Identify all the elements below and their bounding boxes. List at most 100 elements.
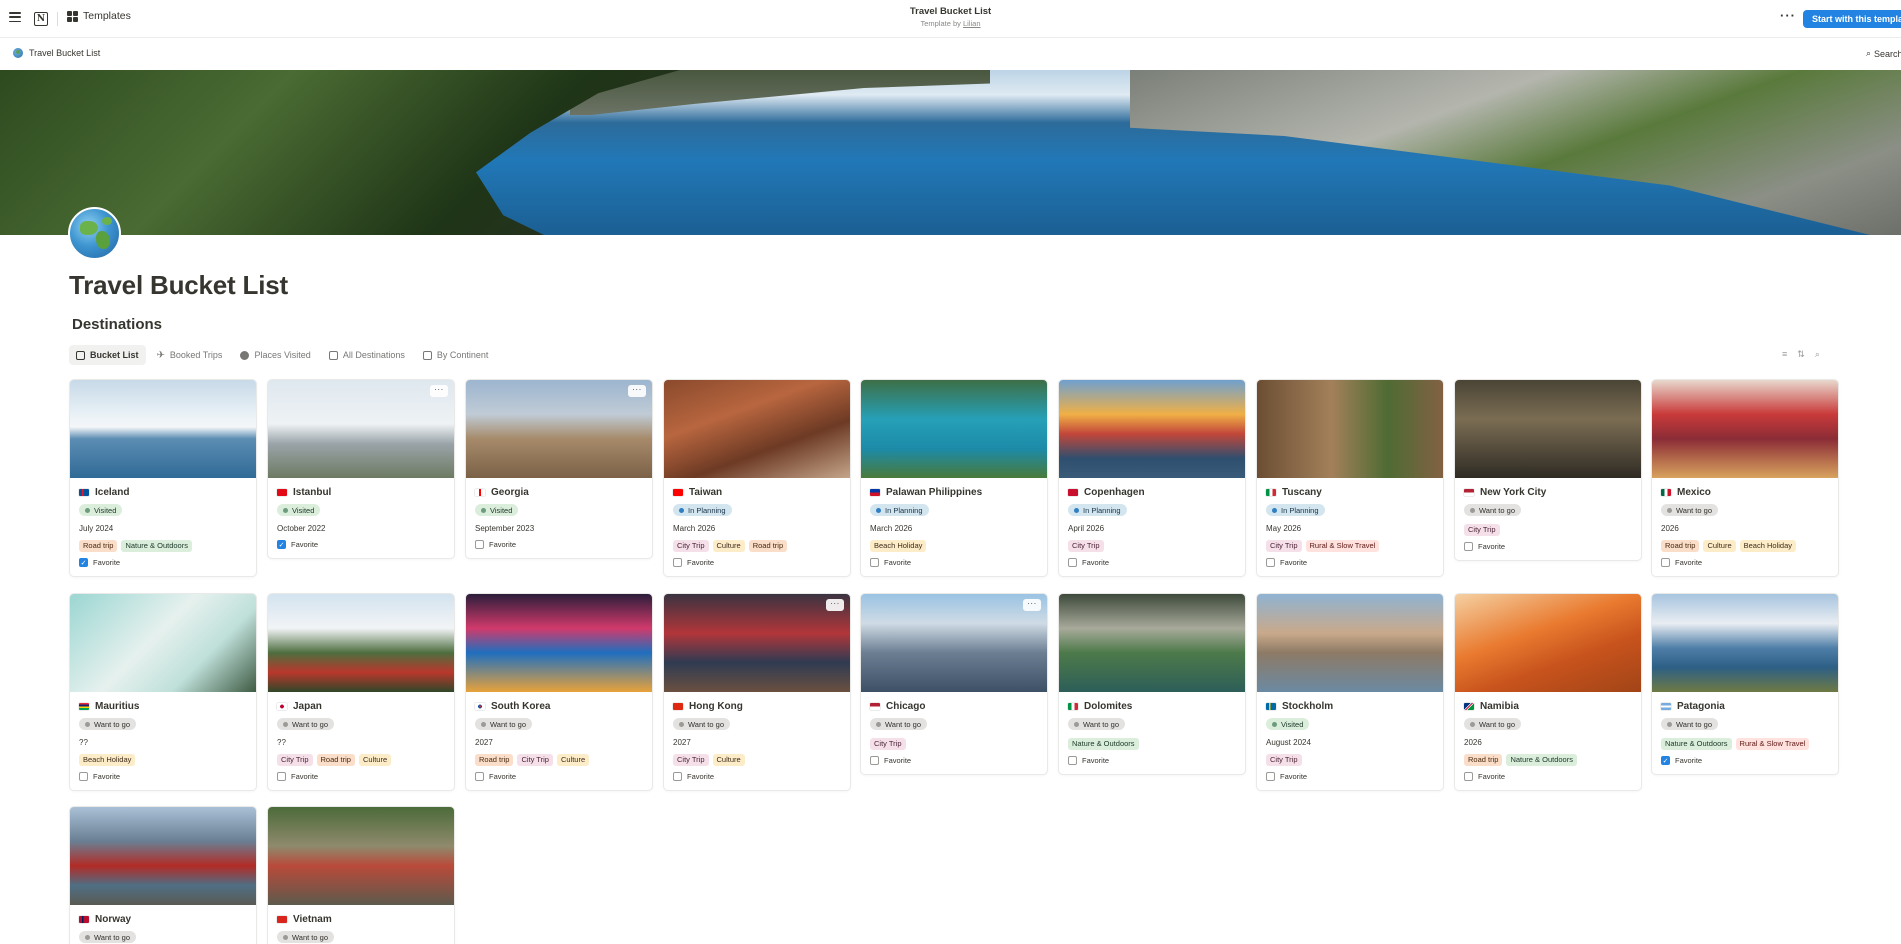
gallery-card-norway[interactable]: NorwayWant to goFavorite <box>69 806 257 944</box>
card-title: Istanbul <box>293 486 332 498</box>
card-date: 2027 <box>673 737 691 747</box>
card-cover-image <box>466 380 652 478</box>
gallery-card-copenhagen[interactable]: Copenhagen In Planning April 2026 City Trip… <box>1058 379 1246 577</box>
favorite-checkbox[interactable] <box>870 558 879 567</box>
favorite-checkbox[interactable] <box>1266 772 1275 781</box>
gallery-card-japan[interactable]: Japan Want to go?? City Trip Road trip Cultu… <box>267 593 455 791</box>
favorite-checkbox[interactable] <box>475 772 484 781</box>
favorite-checkbox[interactable] <box>1661 558 1670 567</box>
status-label: Want to go <box>94 719 130 729</box>
status-row: Want to go <box>1464 499 1632 518</box>
tag: Culture <box>1703 539 1736 552</box>
gallery-card-hong-kong[interactable]: ··· Hong Kong Want to go 2027 City Trip Cultu… <box>663 593 851 791</box>
tag-list: Beach Holiday <box>79 753 247 766</box>
tab-by-continent[interactable]: By Continent <box>416 345 496 365</box>
status-row: Want to go <box>1661 499 1829 518</box>
card-cover-image <box>1257 594 1443 692</box>
gallery-card-chicago[interactable]: ··· Chicago Want to go City Trip Favorite <box>860 593 1048 775</box>
card-date: April 2026 <box>1068 523 1105 533</box>
favorite-checkbox[interactable] <box>870 756 879 765</box>
card-title-row: Vietnam <box>277 912 445 926</box>
search-button[interactable]: ⌕ Search <box>1866 48 1901 59</box>
favorite-checkbox[interactable]: ✓ <box>1661 756 1670 765</box>
gallery-card-mexico[interactable]: Mexico Want to go 2026 Road trip Culture Beac… <box>1651 379 1839 577</box>
gallery-card-vietnam[interactable]: VietnamWant to goFavorite <box>267 806 455 944</box>
status-dot-icon <box>1272 721 1277 727</box>
globe-page-icon[interactable] <box>68 207 121 260</box>
status-label: Want to go <box>885 719 921 729</box>
more-options-icon[interactable]: ··· <box>1780 8 1796 23</box>
gallery-card-namibia[interactable]: Namibia Want to go 2026 Road trip Nature & O… <box>1454 593 1642 791</box>
status-label: Visited <box>94 505 117 515</box>
gallery-card-tuscany[interactable]: Tuscany In Planning May 2026 City Trip Rural… <box>1256 379 1444 577</box>
favorite-checkbox[interactable] <box>1068 756 1077 765</box>
favorite-row: Favorite <box>870 558 1038 568</box>
search-icon[interactable]: ⌕ <box>1815 349 1820 360</box>
gallery-card-mauritius[interactable]: Mauritius Want to go?? Beach Holiday Favori… <box>69 593 257 791</box>
status-label: In Planning <box>885 505 923 515</box>
favorite-checkbox[interactable]: ✓ <box>277 540 286 549</box>
status-row: In Planning <box>1266 499 1434 518</box>
section-heading: Destinations <box>72 316 163 333</box>
notion-logo-icon[interactable]: N <box>34 12 48 26</box>
gallery-card-taiwan[interactable]: Taiwan In Planning March 2026 City Trip Cult… <box>663 379 851 577</box>
favorite-checkbox[interactable] <box>277 772 286 781</box>
gallery-card-new-york-city[interactable]: New York City Want to go City Trip Favorite <box>1454 379 1642 561</box>
flag-icon <box>673 702 683 710</box>
card-body: Georgia Visited September 2023 Favorite <box>466 478 652 558</box>
favorite-checkbox[interactable] <box>1464 772 1473 781</box>
menu-icon[interactable] <box>9 12 21 22</box>
tag-list: City Trip Rural & Slow Travel <box>1266 539 1434 552</box>
favorite-row: ✓ Favorite <box>1661 756 1829 766</box>
flag-icon <box>79 915 89 923</box>
card-more-icon[interactable]: ··· <box>628 385 646 397</box>
card-date: September 2023 <box>475 523 535 533</box>
cover-cliff-right <box>1130 70 1901 235</box>
tag: Road trip <box>316 753 355 766</box>
start-with-template-button[interactable]: Start with this template <box>1803 10 1901 28</box>
gallery-card-stockholm[interactable]: Stockholm Visited August 2024 City Trip Favo… <box>1256 593 1444 791</box>
tab-booked-trips[interactable]: ✈ Booked Trips <box>150 345 230 365</box>
gallery-card-dolomites[interactable]: Dolomites Want to go Nature & Outdoors Favo… <box>1058 593 1246 775</box>
card-body: Japan Want to go?? City Trip Road trip Cultu… <box>268 692 454 790</box>
gallery-card-georgia[interactable]: ··· Georgia Visited September 2023 Favorite <box>465 379 653 559</box>
flag-icon <box>79 488 89 496</box>
gallery-card-palawan-philippines[interactable]: Palawan Philippines In Planning March 2026… <box>860 379 1048 577</box>
flag-icon <box>1068 702 1078 710</box>
breadcrumb[interactable]: Travel Bucket List <box>13 48 100 58</box>
gallery-icon <box>76 350 85 360</box>
card-more-icon[interactable]: ··· <box>826 599 844 611</box>
tag: Beach Holiday <box>1739 539 1796 552</box>
favorite-checkbox[interactable] <box>1068 558 1077 567</box>
status-row: Want to go <box>277 926 445 944</box>
favorite-checkbox[interactable] <box>673 558 682 567</box>
card-body: Palawan Philippines In Planning March 2026… <box>861 478 1047 576</box>
favorite-checkbox[interactable] <box>475 540 484 549</box>
gallery-card-iceland[interactable]: Iceland Visited July 2024 Road trip Nature &… <box>69 379 257 577</box>
author-link[interactable]: Lilian <box>963 19 981 28</box>
favorite-checkbox[interactable] <box>1266 558 1275 567</box>
card-body: Mauritius Want to go?? Beach Holiday Favori… <box>70 692 256 790</box>
favorite-checkbox[interactable]: ✓ <box>79 558 88 567</box>
card-more-icon[interactable]: ··· <box>430 385 448 397</box>
card-more-icon[interactable]: ··· <box>1023 599 1041 611</box>
search-label: Search <box>1874 48 1901 59</box>
gallery-card-south-korea[interactable]: South Korea Want to go 2027 Road trip City T… <box>465 593 653 791</box>
favorite-checkbox[interactable] <box>79 772 88 781</box>
templates-link[interactable]: Templates <box>67 10 131 22</box>
favorite-checkbox[interactable] <box>673 772 682 781</box>
favorite-checkbox[interactable] <box>1464 542 1473 551</box>
gallery-card-patagonia[interactable]: Patagonia Want to go Nature & Outdoors Rura… <box>1651 593 1839 775</box>
status-label: Want to go <box>1083 719 1119 729</box>
favorite-label: Favorite <box>884 756 912 765</box>
tab-places-visited[interactable]: Places Visited <box>233 345 317 365</box>
status-badge: Want to go <box>277 931 334 943</box>
sort-icon[interactable]: ⇅ <box>1797 349 1805 360</box>
gallery-card-istanbul[interactable]: ··· Istanbul Visited October 2022 ✓ Favorite <box>267 379 455 559</box>
status-row: Visited <box>79 499 247 518</box>
tag-list: City Trip <box>1068 539 1236 552</box>
tab-bucket-list[interactable]: Bucket List <box>69 345 146 365</box>
filter-icon[interactable]: ≡ <box>1782 349 1787 360</box>
tab-all-destinations[interactable]: All Destinations <box>322 345 412 365</box>
favorite-label: Favorite <box>291 772 319 781</box>
